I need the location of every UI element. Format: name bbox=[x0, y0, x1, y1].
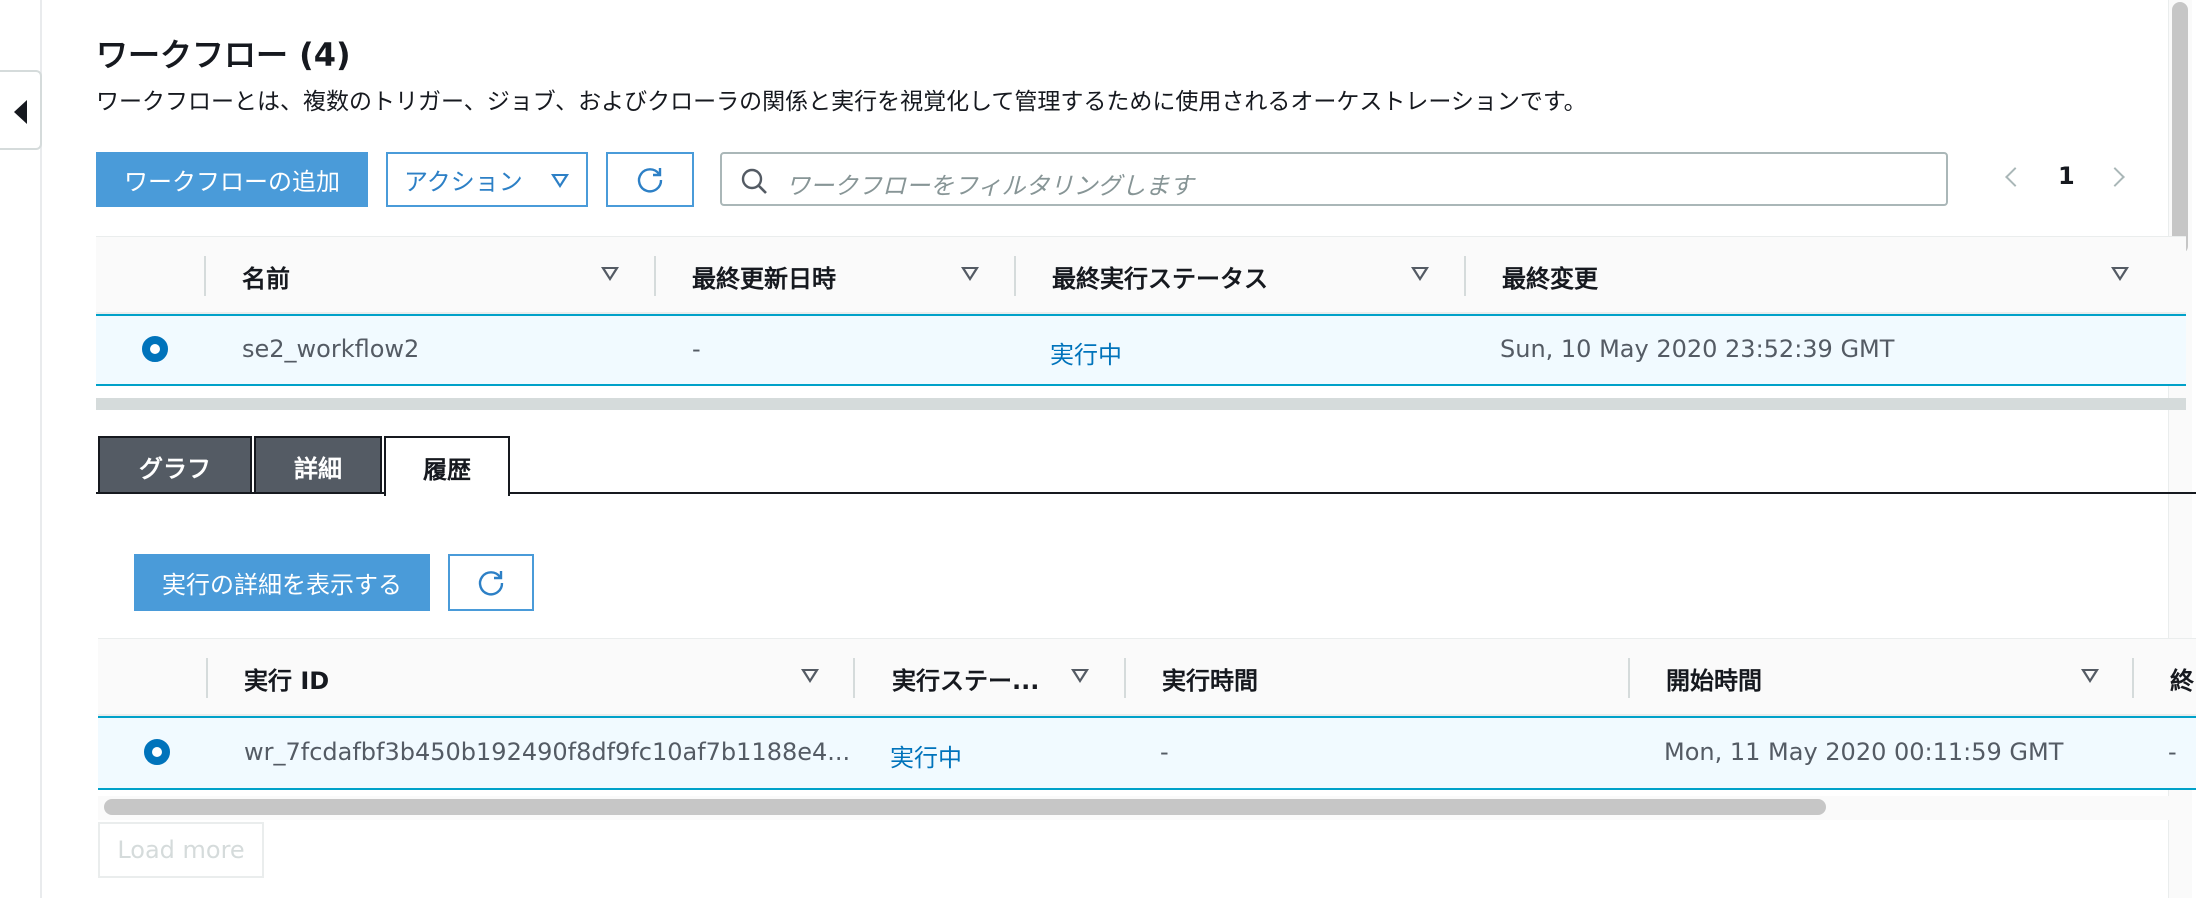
next-page-icon[interactable] bbox=[2105, 167, 2125, 187]
tab-graph[interactable]: グラフ bbox=[98, 436, 252, 494]
history-scrollbar-thumb[interactable] bbox=[104, 799, 1826, 815]
column-header-end-time[interactable]: 終 bbox=[2170, 661, 2194, 696]
column-separator bbox=[206, 658, 208, 698]
column-separator[interactable] bbox=[2132, 658, 2134, 698]
row-radio-button[interactable] bbox=[142, 336, 168, 362]
sort-icon[interactable] bbox=[1411, 267, 1429, 283]
side-nav-toggle-button[interactable] bbox=[0, 70, 42, 150]
current-page-number[interactable]: 1 bbox=[2058, 162, 2075, 190]
tab-history[interactable]: 履歴 bbox=[384, 436, 510, 496]
sort-icon[interactable] bbox=[961, 267, 979, 283]
sort-icon[interactable] bbox=[2081, 669, 2099, 685]
previous-page-icon[interactable] bbox=[2005, 167, 2025, 187]
page-scrollbar-thumb[interactable] bbox=[2172, 2, 2188, 254]
column-header-start-time[interactable]: 開始時間 bbox=[1666, 661, 1762, 696]
column-separator bbox=[204, 256, 206, 296]
history-refresh-button[interactable] bbox=[448, 554, 534, 611]
column-separator[interactable] bbox=[1464, 256, 1466, 296]
page-description: ワークフローとは、複数のトリガー、ジョブ、およびクローラの関係と実行を視覚化して… bbox=[96, 89, 1587, 115]
table-row[interactable]: wr_7fcdafbf3b450b192490f8df9fc10af7b1188… bbox=[98, 716, 2196, 790]
workflow-name: se2_workflow2 bbox=[242, 335, 420, 363]
column-header-last-updated[interactable]: 最終更新日時 bbox=[692, 259, 836, 294]
refresh-button[interactable] bbox=[606, 152, 694, 207]
column-separator[interactable] bbox=[1014, 256, 1016, 296]
column-separator[interactable] bbox=[654, 256, 656, 296]
run-status[interactable]: 実行中 bbox=[890, 738, 962, 773]
caret-left-icon bbox=[14, 100, 27, 124]
page-title: ワークフロー (4) bbox=[96, 36, 351, 74]
caret-down-icon bbox=[550, 173, 569, 188]
sort-icon[interactable] bbox=[801, 669, 819, 685]
workflow-table-header: 名前 最終更新日時 最終実行ステータス 最終変更 bbox=[96, 236, 2186, 314]
search-placeholder: ワークフローをフィルタリングします bbox=[786, 172, 1194, 200]
workflow-last-modified: Sun, 10 May 2020 23:52:39 GMT bbox=[1500, 335, 1895, 363]
history-table-header: 実行 ID 実行ステー... 実行時間 開始時間 終 bbox=[98, 638, 2196, 716]
workflow-last-updated: - bbox=[692, 335, 701, 363]
add-workflow-button[interactable]: ワークフローの追加 bbox=[96, 152, 368, 207]
run-id: wr_7fcdafbf3b450b192490f8df9fc10af7b1188… bbox=[244, 738, 851, 766]
workflow-last-run-status[interactable]: 実行中 bbox=[1050, 335, 1122, 370]
actions-label: アクション bbox=[404, 168, 523, 196]
run-start-time: Mon, 11 May 2020 00:11:59 GMT bbox=[1664, 738, 2064, 766]
table-horizontal-scrollbar[interactable] bbox=[96, 398, 2186, 410]
column-header-run-time[interactable]: 実行時間 bbox=[1162, 661, 1258, 696]
table-row[interactable]: se2_workflow2 - 実行中 Sun, 10 May 2020 23:… bbox=[96, 314, 2186, 386]
sort-icon[interactable] bbox=[2111, 267, 2129, 283]
search-icon bbox=[741, 168, 767, 194]
actions-dropdown-button[interactable]: アクション bbox=[386, 152, 588, 207]
column-separator[interactable] bbox=[853, 658, 855, 698]
view-run-details-button[interactable]: 実行の詳細を表示する bbox=[134, 554, 430, 611]
sort-icon[interactable] bbox=[601, 267, 619, 283]
load-more-button: Load more bbox=[98, 822, 264, 878]
row-radio-button[interactable] bbox=[144, 739, 170, 765]
column-header-last-modified[interactable]: 最終変更 bbox=[1502, 259, 1598, 294]
column-header-run-status[interactable]: 実行ステー... bbox=[892, 661, 1039, 696]
tab-details[interactable]: 詳細 bbox=[254, 436, 382, 494]
run-end-time: - bbox=[2168, 738, 2177, 766]
run-time: - bbox=[1160, 738, 1169, 766]
column-header-name[interactable]: 名前 bbox=[242, 259, 290, 294]
refresh-icon bbox=[637, 167, 663, 192]
column-header-run-id[interactable]: 実行 ID bbox=[244, 661, 329, 696]
column-separator[interactable] bbox=[1124, 658, 1126, 698]
column-header-last-run-status[interactable]: 最終実行ステータス bbox=[1052, 259, 1268, 294]
sort-icon[interactable] bbox=[1071, 669, 1089, 685]
workflow-filter-search[interactable]: ワークフローをフィルタリングします bbox=[720, 152, 1948, 206]
column-separator[interactable] bbox=[1628, 658, 1630, 698]
refresh-icon bbox=[478, 570, 504, 595]
